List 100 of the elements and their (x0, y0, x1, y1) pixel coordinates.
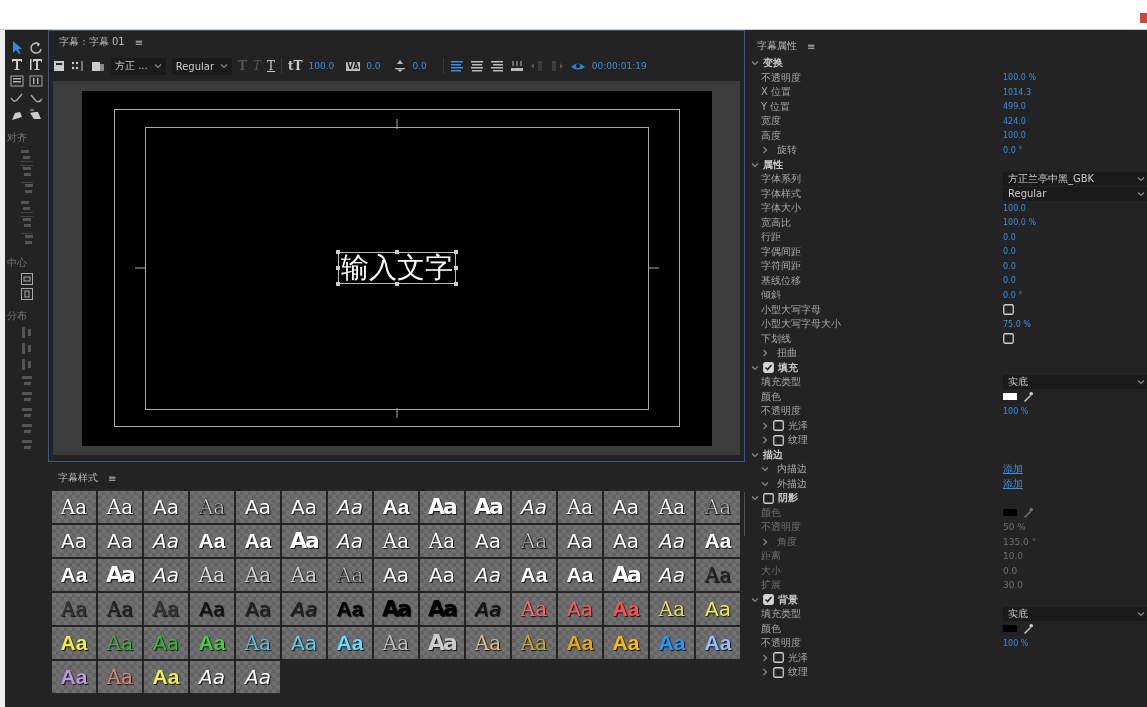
style-swatch[interactable]: Aa (52, 559, 96, 591)
underline-button[interactable]: T (267, 59, 276, 73)
eyedropper-icon[interactable] (1023, 623, 1033, 635)
style-swatch[interactable]: Aa (420, 627, 464, 659)
chevron-icon[interactable] (1137, 378, 1145, 387)
style-swatch[interactable]: Aa (282, 525, 326, 557)
property-value[interactable]: 424.0 (1003, 116, 1026, 126)
area-type-icon[interactable] (10, 74, 24, 88)
align-icon[interactable] (20, 165, 33, 179)
chevron-icon[interactable] (761, 668, 769, 677)
property-dropdown[interactable]: 实底 (1003, 375, 1147, 390)
style-swatch[interactable]: Aa (52, 491, 96, 523)
paragraph-right-icon[interactable] (549, 60, 564, 72)
font-size-value[interactable]: 100.0 (308, 61, 335, 71)
chevron-icon[interactable] (761, 465, 769, 474)
style-swatch[interactable]: Aa (650, 525, 694, 557)
style-swatch[interactable]: Aa (236, 491, 280, 523)
path-type-icon[interactable] (10, 91, 24, 105)
checkbox[interactable] (773, 652, 784, 664)
property-dropdown[interactable]: 实底 (1003, 607, 1147, 622)
selection-handle[interactable] (453, 266, 458, 270)
style-swatch[interactable]: Aa (558, 491, 602, 523)
style-swatch[interactable]: Aa (558, 525, 602, 557)
baseline-value[interactable]: 0.0 (412, 61, 427, 71)
style-swatch[interactable]: Aa (144, 593, 188, 625)
style-swatch[interactable]: Aa (374, 525, 418, 557)
chevron-icon[interactable] (1137, 610, 1145, 619)
selection-handle[interactable] (394, 282, 399, 286)
style-swatch[interactable]: Aa (696, 627, 740, 659)
style-swatch[interactable]: Aa (650, 559, 694, 591)
chevron-icon[interactable] (751, 494, 759, 503)
distribute-icon[interactable] (20, 326, 33, 339)
style-swatch[interactable]: Aa (466, 627, 510, 659)
checkbox[interactable] (763, 362, 774, 374)
property-value[interactable]: 1014.3 (1003, 87, 1031, 97)
property-value[interactable]: 0.0 (1003, 276, 1016, 286)
style-swatch[interactable]: Aa (52, 525, 96, 557)
panel-menu[interactable]: ≡ (134, 36, 144, 48)
style-swatch[interactable]: Aa (98, 593, 142, 625)
property-value[interactable]: 0.0 (1003, 247, 1016, 257)
property-value[interactable]: 0.0 (1003, 232, 1016, 242)
property-value[interactable]: 499.0 (1003, 102, 1026, 112)
templates-icon[interactable] (91, 60, 105, 72)
align-left-button[interactable] (449, 60, 464, 72)
style-swatch[interactable]: Aa (236, 525, 280, 557)
style-swatch[interactable]: Aa (98, 525, 142, 557)
style-swatch[interactable]: Aa (558, 559, 602, 591)
anchor-pen-icon[interactable] (29, 108, 43, 122)
checkbox[interactable] (773, 420, 784, 432)
style-swatch[interactable]: Aa (420, 525, 464, 557)
roll-crawl-icon[interactable] (53, 60, 65, 72)
chevron-icon[interactable] (761, 653, 769, 662)
distribute-icon[interactable] (20, 358, 33, 371)
chevron-icon[interactable] (751, 160, 759, 169)
chevron-icon[interactable] (751, 450, 759, 459)
property-value[interactable]: 100 % (1003, 638, 1029, 648)
checkbox[interactable] (1003, 333, 1014, 345)
chevron-icon[interactable] (761, 436, 769, 445)
style-swatch[interactable]: Aa (98, 491, 142, 523)
style-swatch[interactable]: Aa (236, 593, 280, 625)
chevron-icon[interactable] (761, 421, 769, 430)
align-center-button[interactable] (469, 60, 484, 72)
window-control[interactable] (1140, 12, 1147, 23)
style-swatch[interactable]: Aa (420, 491, 464, 523)
center-icon[interactable] (20, 273, 33, 285)
style-swatch[interactable]: Aa (466, 593, 510, 625)
distribute-icon[interactable] (20, 422, 33, 435)
kerning-value[interactable]: 0.0 (366, 61, 381, 71)
selection-tool-icon[interactable] (10, 40, 24, 54)
style-swatch[interactable]: Aa (650, 491, 694, 523)
style-swatch[interactable]: Aa (696, 593, 740, 625)
style-dropdown[interactable]: Regular (171, 57, 233, 75)
color-swatch[interactable] (1003, 625, 1017, 633)
tab-icon[interactable] (509, 60, 524, 72)
selection-handle[interactable] (335, 266, 340, 270)
checkbox[interactable] (1003, 304, 1014, 316)
distribute-icon[interactable] (20, 390, 33, 403)
checkbox[interactable] (773, 434, 784, 446)
style-swatch[interactable]: Aa (144, 491, 188, 523)
align-icon[interactable] (20, 216, 33, 230)
vertical-type-tool-icon[interactable] (29, 57, 43, 71)
align-icon[interactable] (20, 182, 33, 196)
style-swatch[interactable]: Aa (374, 491, 418, 523)
property-value[interactable]: 0.0 (1003, 261, 1016, 271)
style-swatch[interactable]: Aa (190, 661, 234, 693)
checkbox[interactable] (773, 666, 784, 678)
style-swatch[interactable]: Aa (374, 627, 418, 659)
distribute-icon[interactable] (20, 438, 33, 451)
panel-menu[interactable]: ≡ (108, 472, 117, 484)
style-swatch[interactable]: Aa (190, 593, 234, 625)
style-swatch[interactable]: Aa (420, 593, 464, 625)
tab-stops-icon[interactable] (71, 60, 85, 72)
color-swatch[interactable] (1003, 393, 1017, 401)
style-swatch[interactable]: Aa (144, 661, 188, 693)
style-swatch[interactable]: Aa (282, 593, 326, 625)
style-swatch[interactable]: Aa (604, 627, 648, 659)
align-icon[interactable] (20, 148, 33, 162)
property-value[interactable]: 100 % (1003, 406, 1029, 416)
style-swatch[interactable]: Aa (282, 559, 326, 591)
add-link[interactable]: 添加 (1003, 462, 1023, 477)
